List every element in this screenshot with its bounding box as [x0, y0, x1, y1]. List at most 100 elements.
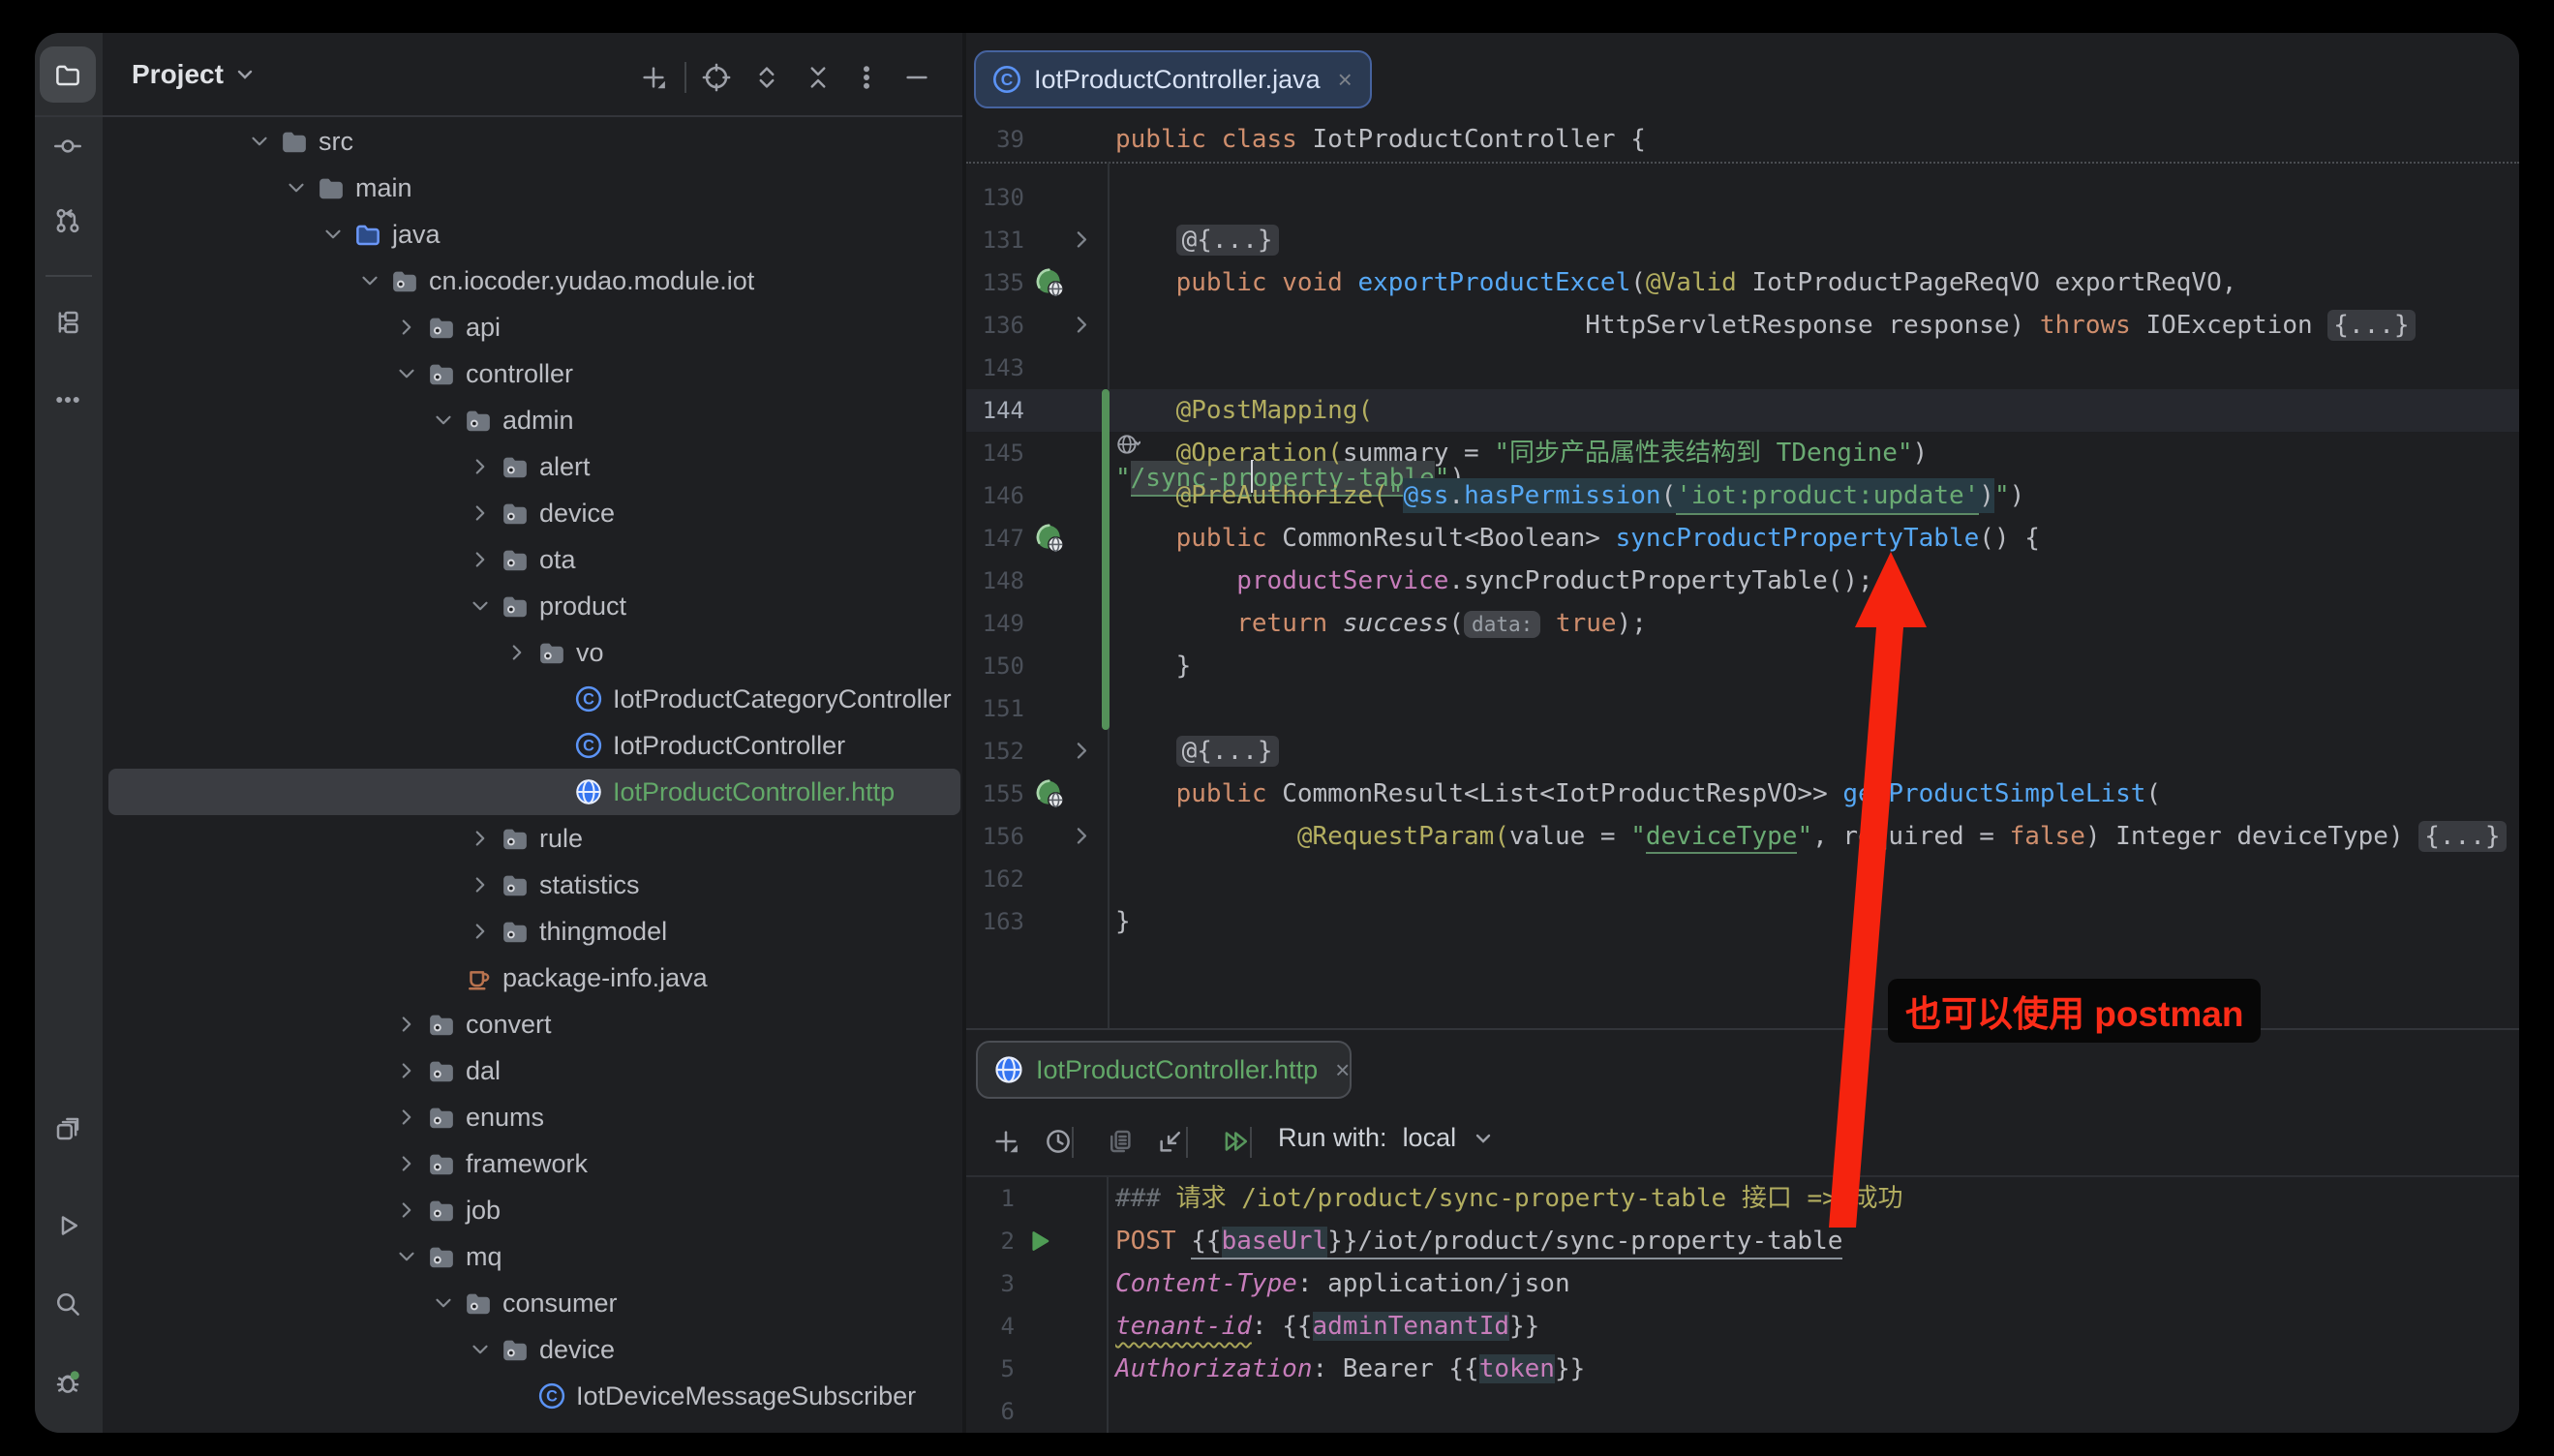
chevron-right-icon[interactable]: [468, 826, 493, 851]
http-code-line[interactable]: ### 请求 /iot/product/sync-property-table …: [1115, 1177, 1902, 1220]
http-code-line[interactable]: Authorization: Bearer {{token}}: [1115, 1348, 1585, 1390]
chevron-right-icon[interactable]: [394, 315, 419, 340]
chevron-right-icon[interactable]: [394, 1198, 419, 1223]
http-code-line[interactable]: POST {{baseUrl}}/iot/product/sync-proper…: [1115, 1220, 1842, 1262]
editor-tab-http[interactable]: IotProductController.http ×: [976, 1041, 1352, 1099]
code-line[interactable]: @RequestParam(value = "deviceType", requ…: [1115, 815, 2507, 858]
tree-item-controller[interactable]: controller: [103, 350, 964, 397]
tree-item-thingmodel[interactable]: thingmodel: [103, 908, 964, 955]
code-line[interactable]: @{...}: [1115, 730, 1279, 773]
chevron-right-icon[interactable]: [468, 919, 493, 944]
more-icon[interactable]: [40, 372, 96, 428]
add-icon[interactable]: [635, 59, 672, 96]
tree-item-IotProductController[interactable]: CIotProductController: [103, 722, 964, 769]
chevron-right-icon[interactable]: [394, 1058, 419, 1083]
chevron-down-icon[interactable]: [468, 593, 493, 619]
code-line[interactable]: public void exportProductExcel(@Valid Io…: [1115, 261, 2236, 304]
chevron-down-icon[interactable]: [357, 268, 382, 293]
chevron-down-icon[interactable]: [394, 361, 419, 386]
code-line[interactable]: public CommonResult<Boolean> syncProduct…: [1115, 517, 2040, 560]
chevron-right-icon[interactable]: [468, 500, 493, 526]
code-line[interactable]: }: [1115, 900, 1131, 943]
copy-icon[interactable]: [1102, 1123, 1139, 1160]
tree-item-IotProductController.http[interactable]: IotProductController.http: [103, 769, 964, 815]
search-icon[interactable]: [40, 1276, 96, 1332]
tree-item-main[interactable]: main: [103, 165, 964, 211]
chevron-down-icon[interactable]: [394, 1244, 419, 1269]
code-line[interactable]: @PostMapping("/sync-property-table"): [1115, 389, 1465, 432]
chevron-right-icon[interactable]: [468, 454, 493, 479]
openapi-gutter-icon[interactable]: [1034, 778, 1065, 809]
structure-icon[interactable]: [40, 294, 96, 350]
tree-item-cn.iocoder.yudao.module.iot[interactable]: cn.iocoder.yudao.module.iot: [103, 258, 964, 304]
chevron-right-icon[interactable]: [468, 547, 493, 572]
tree-item-product[interactable]: product: [103, 583, 964, 629]
run-icon[interactable]: [40, 1198, 96, 1254]
openapi-gutter-icon[interactable]: [1034, 267, 1065, 298]
code-line[interactable]: @{...}: [1115, 219, 1279, 261]
run-request-icon[interactable]: [1026, 1228, 1053, 1255]
collapse-all-icon[interactable]: [800, 59, 836, 96]
tree-item-src[interactable]: src: [103, 118, 964, 165]
tree-item-device[interactable]: device: [103, 490, 964, 536]
tree-item-mq[interactable]: mq: [103, 1233, 964, 1280]
tree-item-consumer[interactable]: consumer: [103, 1280, 964, 1326]
fold-arrow-icon[interactable]: [1069, 312, 1096, 339]
code-line[interactable]: public CommonResult<List<IotProductRespV…: [1115, 773, 2161, 815]
code-line[interactable]: return success(data: true);: [1115, 602, 1647, 645]
add-icon[interactable]: [988, 1123, 1024, 1160]
editor-tab-java[interactable]: C IotProductController.java ×: [974, 50, 1372, 108]
tree-item-package-info.java[interactable]: package-info.java: [103, 955, 964, 1001]
expand-all-icon[interactable]: [748, 59, 785, 96]
tree-item-api[interactable]: api: [103, 304, 964, 350]
chevron-right-icon[interactable]: [504, 640, 530, 665]
fold-arrow-icon[interactable]: [1069, 823, 1096, 850]
code-line[interactable]: HttpServletResponse response) throws IOE…: [1115, 304, 2416, 347]
tree-item-job[interactable]: job: [103, 1187, 964, 1233]
code-line[interactable]: productService.syncProductPropertyTable(…: [1115, 560, 1873, 602]
chevron-down-icon[interactable]: [247, 129, 272, 154]
project-view-selector[interactable]: Project: [132, 33, 257, 115]
fold-arrow-icon[interactable]: [1069, 738, 1096, 765]
pull-requests-icon[interactable]: [40, 193, 96, 249]
windows-icon[interactable]: [40, 1101, 96, 1157]
run-all-icon[interactable]: [1216, 1123, 1253, 1160]
debug-icon[interactable]: [40, 1353, 96, 1410]
tree-item-vo[interactable]: vo: [103, 629, 964, 676]
tree-item-rule[interactable]: rule: [103, 815, 964, 862]
chevron-right-icon[interactable]: [394, 1151, 419, 1176]
tree-item-ota[interactable]: ota: [103, 536, 964, 583]
chevron-down-icon[interactable]: [320, 222, 346, 247]
tree-item-dal[interactable]: dal: [103, 1047, 964, 1094]
tree-item-IotProductCategoryController[interactable]: CIotProductCategoryController: [103, 676, 964, 722]
chevron-down-icon[interactable]: [284, 175, 309, 200]
http-code-line[interactable]: tenant-id: {{adminTenantId}}: [1115, 1305, 1539, 1348]
chevron-right-icon[interactable]: [394, 1105, 419, 1130]
tree-item-alert[interactable]: alert: [103, 443, 964, 490]
tree-item-statistics[interactable]: statistics: [103, 862, 964, 908]
tree-item-device[interactable]: device: [103, 1326, 964, 1373]
hide-icon[interactable]: [898, 59, 935, 96]
tree-item-IotDeviceMessageSubscriber[interactable]: CIotDeviceMessageSubscriber: [103, 1373, 964, 1419]
close-icon[interactable]: ×: [1338, 65, 1353, 95]
code-line[interactable]: @Operation(summary = "同步产品属性表结构到 TDengin…: [1115, 432, 1928, 474]
tree-item-enums[interactable]: enums: [103, 1094, 964, 1140]
http-code-line[interactable]: Content-Type: application/json: [1115, 1262, 1570, 1305]
tree-item-convert[interactable]: convert: [103, 1001, 964, 1047]
locate-icon[interactable]: [698, 59, 735, 96]
chevron-down-icon[interactable]: [431, 408, 456, 433]
more-vertical-icon[interactable]: [848, 59, 885, 96]
chevron-right-icon[interactable]: [394, 1012, 419, 1037]
chevron-down-icon[interactable]: [468, 1337, 493, 1362]
project-folder-icon[interactable]: [40, 46, 96, 103]
tree-item-framework[interactable]: framework: [103, 1140, 964, 1187]
chevron-down-icon[interactable]: [431, 1290, 456, 1316]
fold-arrow-icon[interactable]: [1069, 227, 1096, 254]
partial-circle-icon[interactable]: [40, 1415, 96, 1433]
tree-item-admin[interactable]: admin: [103, 397, 964, 443]
openapi-gutter-icon[interactable]: [1034, 523, 1065, 554]
run-with-selector[interactable]: Run with: local: [1278, 1123, 1495, 1153]
close-icon[interactable]: ×: [1335, 1055, 1350, 1085]
code-line[interactable]: }: [1115, 645, 1191, 687]
tree-item-java[interactable]: java: [103, 211, 964, 258]
